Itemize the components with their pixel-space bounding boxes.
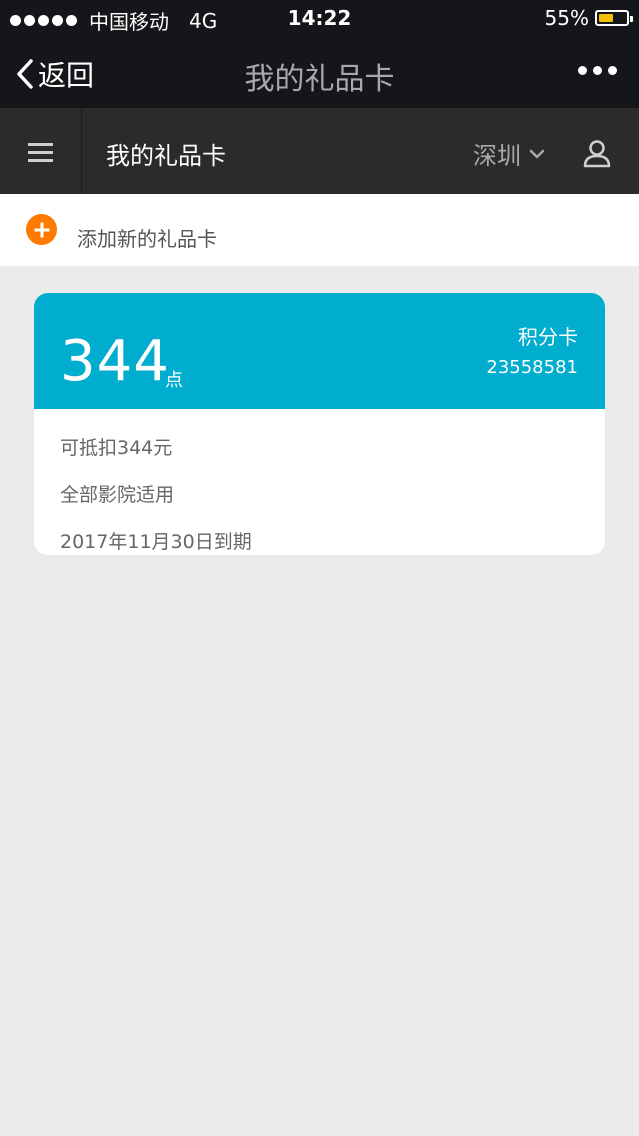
user-icon[interactable] xyxy=(582,139,612,169)
gift-card[interactable]: 344 点 积分卡 23558581 可抵扣344元 全部影院适用 2017年1… xyxy=(34,293,605,555)
status-time: 14:22 xyxy=(287,6,352,30)
city-selector[interactable]: 深圳 xyxy=(473,136,545,171)
points-unit: 点 xyxy=(165,370,183,391)
add-circle-icon xyxy=(26,214,57,245)
card-type: 积分卡 xyxy=(518,325,578,349)
battery-icon xyxy=(595,10,633,26)
nav-bar: 返回 我的礼品卡 xyxy=(0,36,639,108)
chevron-down-icon xyxy=(529,149,545,158)
battery-percent: 55% xyxy=(544,6,589,30)
gift-card-header: 344 点 积分卡 23558581 xyxy=(34,293,605,409)
city-label: 深圳 xyxy=(473,142,521,170)
card-expiry-text: 2017年11月30日到期 xyxy=(60,531,252,553)
app-title: 我的礼品卡 xyxy=(106,142,226,170)
status-right: 55% xyxy=(544,6,633,30)
card-number: 23558581 xyxy=(486,357,578,378)
hamburger-icon xyxy=(28,143,53,167)
add-gift-card-row[interactable]: 添加新的礼品卡 xyxy=(0,194,639,266)
page-title: 我的礼品卡 xyxy=(244,62,395,97)
menu-button[interactable] xyxy=(0,108,82,194)
gift-card-details: 可抵扣344元 全部影院适用 2017年11月30日到期 xyxy=(60,433,252,555)
status-bar: 中国移动 4G 14:22 55% xyxy=(0,0,639,36)
card-scope-text: 全部影院适用 xyxy=(60,484,175,506)
card-value-text: 可抵扣344元 xyxy=(60,437,173,459)
add-gift-card-label: 添加新的礼品卡 xyxy=(77,227,217,251)
more-options-button[interactable] xyxy=(578,66,617,75)
app-header: 我的礼品卡 深圳 xyxy=(0,108,639,194)
points-value: 344 xyxy=(60,329,170,394)
